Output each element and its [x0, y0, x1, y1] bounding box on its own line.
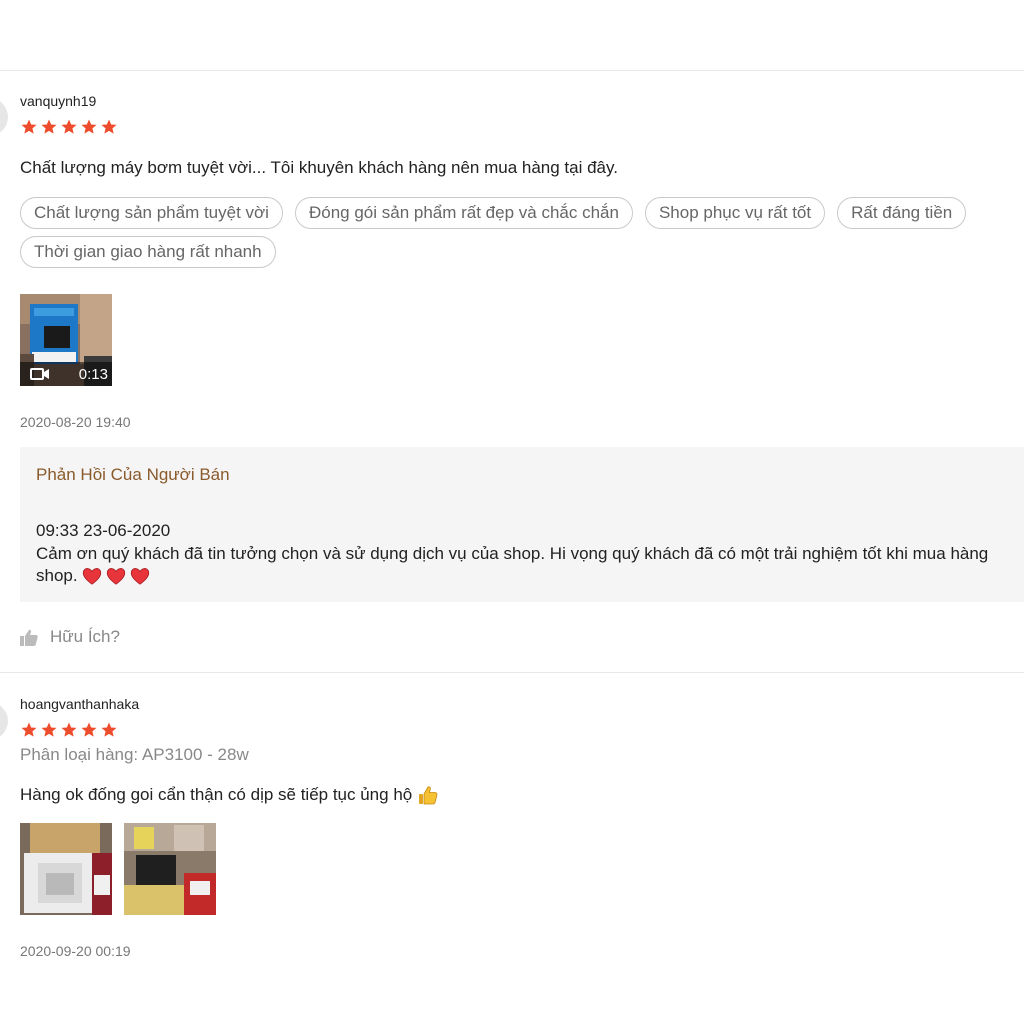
review-tag: Thời gian giao hàng rất nhanh [20, 236, 276, 268]
review-text-row: Hàng ok đống goi cẩn thận có dịp sẽ tiếp… [20, 785, 438, 805]
rating-stars [20, 721, 118, 739]
star-icon [61, 722, 77, 737]
star-icon [61, 119, 77, 134]
review-tags: Chất lượng sản phẩm tuyệt vời Đóng gói s… [20, 197, 967, 229]
review-divider [0, 672, 1024, 673]
review-date: 2020-08-20 19:40 [20, 414, 131, 430]
thumbs-up-icon [20, 629, 38, 646]
heart-icon [106, 568, 125, 585]
review-text: Hàng ok đống goi cẩn thận có dịp sẽ tiếp… [20, 785, 413, 804]
star-icon [101, 722, 117, 737]
rating-stars [20, 118, 118, 136]
avatar[interactable] [0, 702, 8, 740]
review-username: hoangvanthanhaka [20, 696, 140, 712]
review-text: Chất lượng máy bơm tuyệt vời... Tôi khuy… [20, 158, 618, 177]
star-icon [21, 119, 37, 134]
review-username: vanquynh19 [20, 93, 97, 109]
review-tags-row-2: Thời gian giao hàng rất nhanh [20, 236, 276, 268]
video-duration: 0:13 [78, 366, 108, 383]
heart-icon [130, 568, 149, 585]
review-photo [124, 823, 216, 915]
star-icon [101, 119, 117, 134]
review-tag: Chất lượng sản phẩm tuyệt vời [20, 197, 283, 229]
seller-reply-text-line2: shop. [36, 566, 78, 585]
seller-reply: Phản Hồi Của Người Bán 09:33 23-06-2020 … [20, 447, 1024, 602]
review-image-thumbnail[interactable] [20, 823, 112, 915]
seller-reply-time: 09:33 23-06-2020 [36, 521, 171, 540]
seller-reply-text-end: shop. [36, 565, 150, 587]
top-divider [0, 70, 1024, 71]
seller-reply-title: Phản Hồi Của Người Bán [36, 465, 230, 484]
star-icon [21, 722, 37, 737]
thumbs-up-emoji-icon [419, 786, 438, 805]
review-tag: Rất đáng tiền [837, 197, 967, 229]
review-image-thumbnail[interactable] [124, 823, 216, 915]
product-variation: Phân loại hàng: AP3100 - 28w [20, 745, 249, 764]
seller-reply-text: Cảm ơn quý khách đã tin tưởng chọn và sử… [36, 544, 989, 563]
star-icon [81, 119, 97, 134]
review-tag: Đóng gói sản phẩm rất đẹp và chắc chắn [294, 197, 633, 229]
heart-icon [82, 568, 101, 585]
helpful-button[interactable]: Hữu Ích? [20, 627, 120, 647]
star-icon [41, 119, 57, 134]
avatar[interactable] [0, 98, 8, 136]
star-icon [41, 722, 57, 737]
review-video-thumbnail[interactable]: 0:13 [20, 294, 112, 386]
review-photo [20, 823, 112, 915]
video-camera-icon [30, 368, 49, 380]
helpful-label: Hữu Ích? [50, 627, 120, 646]
star-icon [81, 722, 97, 737]
review-tag: Shop phục vụ rất tốt [644, 197, 826, 229]
review-date: 2020-09-20 00:19 [20, 943, 131, 959]
